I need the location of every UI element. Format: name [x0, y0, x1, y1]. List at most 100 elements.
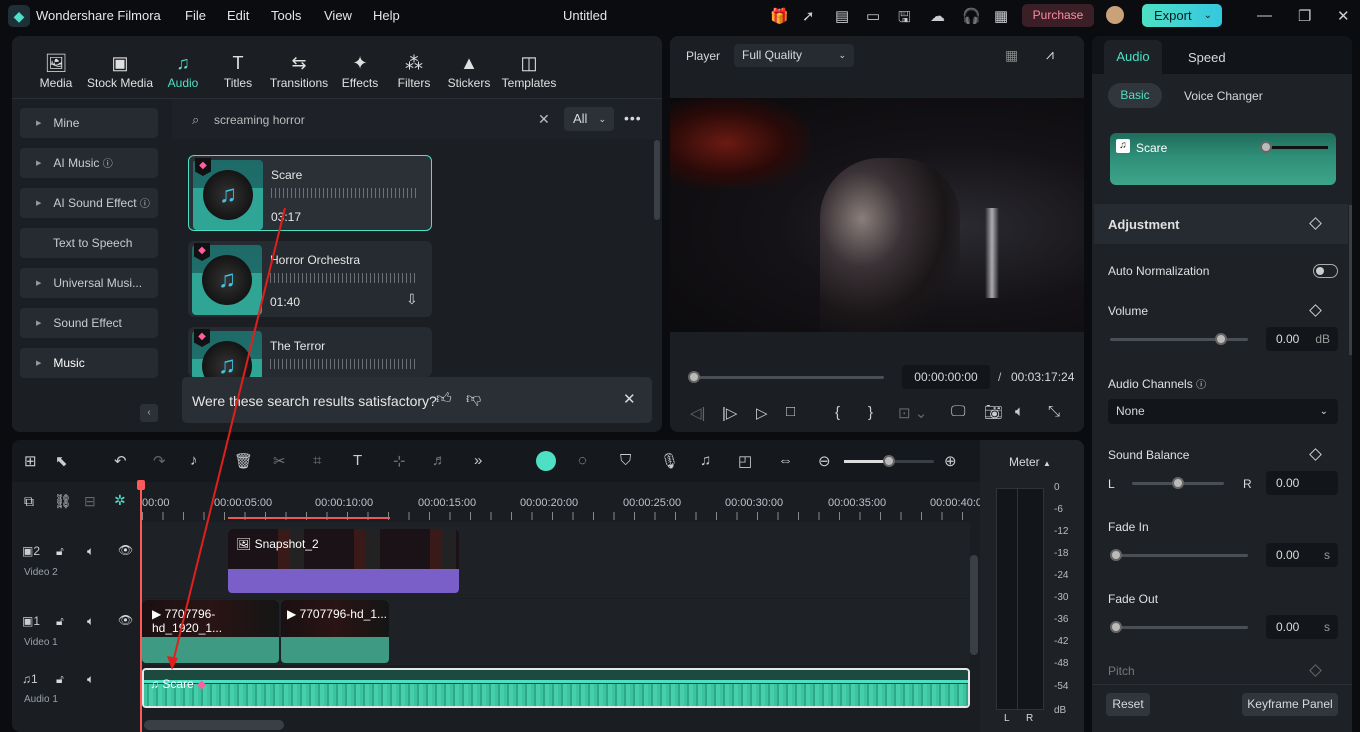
audio-channels-dropdown[interactable]: None ⌄ — [1108, 399, 1338, 424]
insert-icon[interactable]: ⊡ ⌄ — [898, 404, 927, 422]
render-preview-icon[interactable]: ◌ — [578, 452, 587, 469]
layout-icon[interactable]: ▭ — [866, 7, 880, 25]
playhead-knob[interactable] — [688, 371, 700, 383]
auto-reframe-icon[interactable]: ⊹ — [393, 452, 406, 470]
balance-slider-knob[interactable] — [1172, 477, 1184, 489]
mark-in-icon[interactable]: { — [835, 404, 840, 421]
playhead[interactable] — [140, 482, 142, 732]
tab-stickers[interactable]: ▲ Stickers — [446, 52, 492, 90]
marker-icon[interactable]: ⛉ — [620, 452, 631, 469]
sidebar-item-ai-sound-effect[interactable]: ▶ AI Sound Effect ⓘ — [20, 188, 158, 218]
menu-tools[interactable]: Tools — [271, 8, 301, 23]
export-button[interactable]: Export ⌄ — [1142, 4, 1222, 27]
playhead-handle[interactable] — [137, 480, 145, 490]
mark-out-icon[interactable]: } — [868, 404, 873, 421]
timeline-v-scrollbar[interactable] — [970, 555, 978, 655]
microphone-icon[interactable]: 🎙︎ — [660, 452, 679, 470]
video-preview[interactable] — [670, 98, 1084, 332]
subtab-basic[interactable]: Basic — [1108, 83, 1162, 108]
cut-icon[interactable]: ✂ — [273, 452, 286, 470]
info-icon[interactable]: ⓘ — [103, 159, 113, 170]
sidebar-item-ai-music[interactable]: ▶ AI Music ⓘ — [20, 148, 158, 178]
auto-normalization-toggle[interactable] — [1313, 264, 1338, 278]
balance-input[interactable]: 0.00 — [1266, 471, 1338, 495]
music-list-icon[interactable]: ♫ — [700, 452, 711, 469]
grid-view-icon[interactable]: ▦ — [1005, 47, 1018, 64]
menu-help[interactable]: Help — [373, 8, 400, 23]
restore-icon[interactable]: ❐ — [1298, 7, 1311, 25]
fade-out-knob[interactable] — [1110, 621, 1122, 633]
menu-view[interactable]: View — [324, 8, 352, 23]
delete-icon[interactable]: 🗑︎ — [234, 452, 253, 470]
next-frame-icon[interactable]: |▷ — [722, 404, 737, 422]
tab-effects[interactable]: ✦ Effects — [338, 52, 382, 90]
sidebar-item-sound-effect[interactable]: ▶ Sound Effect — [20, 308, 158, 338]
sidebar-item-mine[interactable]: ▶ Mine — [20, 108, 158, 138]
thumbs-down-icon[interactable]: 👎︎ — [466, 390, 481, 408]
fade-in-slider[interactable] — [1110, 554, 1248, 557]
audio-clip[interactable]: ♫ Scare ◆ — [142, 668, 970, 708]
audio-split-icon[interactable]: ♪ — [190, 452, 198, 469]
audio-stretch-icon[interactable]: ♬ — [432, 452, 447, 469]
cloud-icon[interactable]: ☁ — [930, 7, 945, 25]
menu-file[interactable]: File — [185, 8, 206, 23]
mute-icon[interactable]: 🔈︎ — [87, 544, 94, 559]
preview-icon[interactable]: ◰ — [738, 452, 752, 470]
zoom-knob[interactable] — [883, 455, 895, 467]
meter-toggle[interactable]: Meter ▲ — [1009, 455, 1051, 469]
volume-slider-knob[interactable] — [1215, 333, 1227, 345]
close-icon[interactable]: ✕ — [1337, 7, 1350, 25]
tab-filters[interactable]: ⁂ Filters — [394, 52, 434, 90]
eye-icon[interactable]: 👁︎ — [118, 613, 133, 627]
mute-icon[interactable]: 🔈︎ — [87, 672, 94, 687]
tab-templates[interactable]: ◫ Templates — [500, 52, 558, 90]
tab-stock-media[interactable]: ▣ Stock Media — [84, 52, 156, 90]
keyframe-panel-button[interactable]: Keyframe Panel — [1242, 693, 1338, 716]
purchase-button[interactable]: Purchase — [1022, 4, 1094, 27]
scope-icon[interactable]: ⩘ — [1046, 46, 1054, 63]
fade-out-input[interactable]: 0.00 s — [1266, 615, 1338, 639]
lock-icon[interactable]: 🔓︎ — [56, 544, 64, 559]
headset-icon[interactable]: 🎧 — [962, 7, 981, 25]
quality-dropdown[interactable]: Full Quality ⌄ — [734, 44, 854, 67]
audio-result-card[interactable]: ♫ ◆ Scare 03:17 — [188, 155, 432, 231]
video-clip[interactable]: ▶ 7707796-hd_1... — [281, 600, 389, 663]
video-clip[interactable]: ▶ 7707796-hd_1920_1... — [142, 600, 279, 663]
fade-in-input[interactable]: 0.00 s — [1266, 543, 1338, 567]
help-icon[interactable]: ⓘ — [1196, 380, 1206, 391]
sidebar-item-music[interactable]: ▶ Music — [20, 348, 158, 378]
audio-result-card[interactable]: ♫ ◆ The Terror — [188, 327, 432, 377]
reset-button[interactable]: Reset — [1106, 693, 1150, 716]
display-icon[interactable]: 🖵 — [951, 403, 965, 420]
apps-icon[interactable]: ▦ — [994, 7, 1008, 25]
tab-titles[interactable]: T Titles — [218, 52, 258, 90]
tab-media[interactable]: 🖼 Media — [36, 52, 76, 90]
minimize-icon[interactable]: — — [1257, 7, 1272, 24]
fade-out-slider[interactable] — [1110, 626, 1248, 629]
download-icon[interactable]: ⇩ — [406, 291, 418, 308]
send-icon[interactable]: ➚ — [802, 7, 815, 25]
link-icon[interactable]: ⛓ — [54, 493, 72, 510]
more-tools-icon[interactable]: » — [474, 452, 482, 469]
text-icon[interactable]: T — [353, 452, 362, 469]
eye-icon[interactable]: 👁︎ — [118, 543, 133, 557]
unlink-icon[interactable]: ⊟ — [84, 493, 96, 510]
fit-icon[interactable]: ⇔ — [778, 452, 793, 469]
gift-icon[interactable]: 🎁 — [770, 7, 789, 25]
zoom-out-icon[interactable]: ⊖ — [818, 452, 831, 470]
playback-progress[interactable] — [694, 376, 884, 379]
subtab-voice-changer[interactable]: Voice Changer — [1184, 89, 1263, 103]
volume-input[interactable]: 0.00 dB — [1266, 327, 1338, 351]
volume-slider[interactable] — [1110, 338, 1248, 341]
tab-transitions[interactable]: ⇆ Transitions — [268, 52, 330, 90]
thumbs-up-icon[interactable]: 👍︎ — [436, 390, 452, 408]
menu-edit[interactable]: Edit — [227, 8, 249, 23]
zoom-in-icon[interactable]: ⊕ — [944, 452, 957, 470]
filter-dropdown[interactable]: All ⌄ — [564, 107, 614, 131]
volume-icon[interactable]: 🔈︎ — [1015, 403, 1024, 420]
layout-icon[interactable]: ⊞ — [24, 452, 37, 470]
info-icon[interactable]: ⓘ — [140, 199, 150, 210]
close-feedback-icon[interactable]: ✕ — [623, 390, 636, 408]
stop-icon[interactable]: □ — [786, 403, 795, 420]
timeline-h-scrollbar[interactable] — [144, 720, 284, 730]
